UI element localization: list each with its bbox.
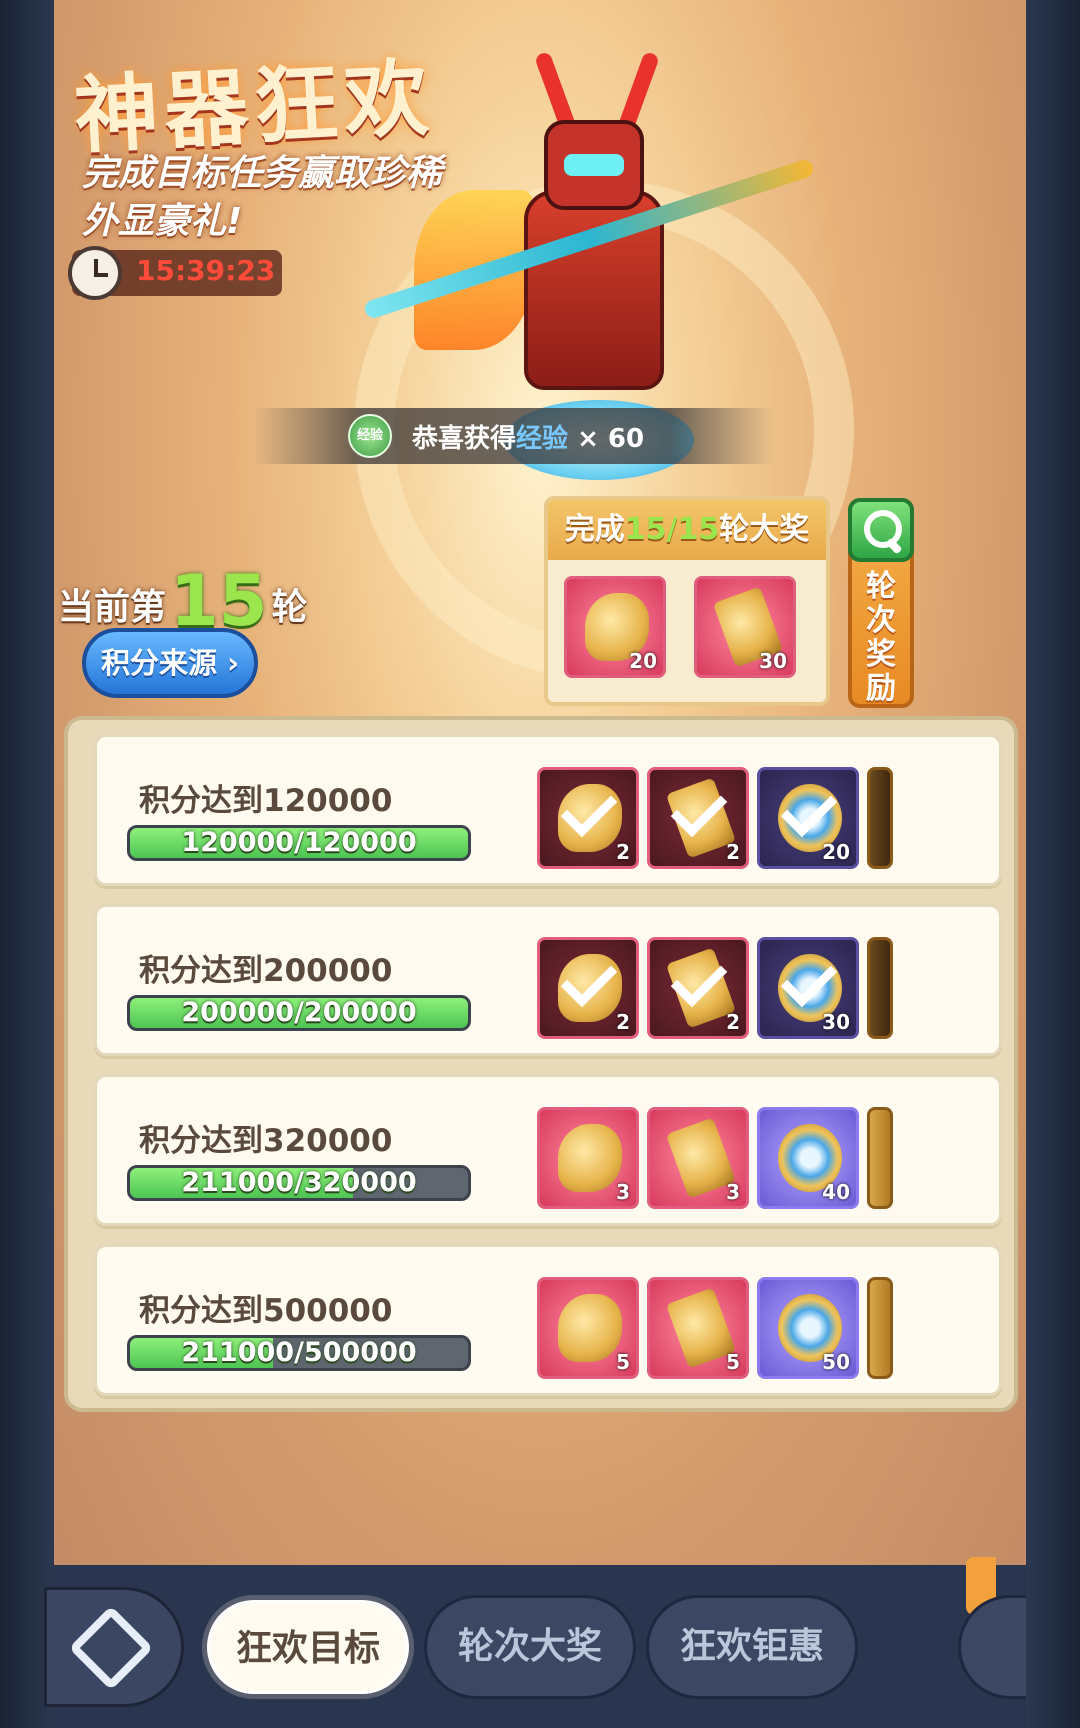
task-row[interactable]: 积分达到120000 120000/120000 2 2 20 (94, 734, 1002, 886)
grand-prize-item[interactable]: 20 (564, 576, 666, 678)
reward-qty: 20 (822, 840, 850, 864)
round-reward-button[interactable]: 轮次奖励 (848, 498, 914, 708)
search-icon[interactable] (848, 498, 914, 562)
progress-text: 200000/200000 (181, 997, 417, 1028)
score-source-button[interactable]: 积分来源 › (82, 628, 258, 698)
reward-item[interactable]: 2 (647, 937, 749, 1039)
reward-item-partial[interactable] (867, 1107, 893, 1209)
reward-item-partial[interactable] (867, 767, 893, 869)
reward-qty: 2 (726, 1010, 740, 1034)
countdown-text: 15:39:23 (136, 254, 276, 287)
reward-item[interactable]: 5 (647, 1277, 749, 1379)
reward-qty: 2 (616, 1010, 630, 1034)
reward-qty: 2 (616, 840, 630, 864)
progress-bar: 200000/200000 (127, 995, 471, 1031)
grand-prize-panel: 完成15/15轮大奖 20 30 (544, 496, 830, 706)
reward-item[interactable]: 2 (537, 937, 639, 1039)
reward-qty: 3 (616, 1180, 630, 1204)
home-button[interactable] (44, 1587, 184, 1707)
progress-text: 211000/500000 (181, 1337, 417, 1368)
reward-item[interactable]: 5 (537, 1277, 639, 1379)
task-row[interactable]: 积分达到320000 211000/320000 3 3 40 (94, 1074, 1002, 1226)
game-screen: 神器狂欢 完成目标任务赢取珍稀外显豪礼! 15:39:23 经验 恭喜获得经验 … (0, 0, 1080, 1728)
progress-bar: 211000/320000 (127, 1165, 471, 1201)
mystery-wing-icon (558, 1294, 622, 1362)
reward-item-partial[interactable] (867, 937, 893, 1039)
reward-qty: 2 (726, 840, 740, 864)
task-label: 积分达到200000 (139, 953, 393, 989)
toast-highlight: 经验 (516, 424, 569, 454)
task-label: 积分达到500000 (139, 1293, 393, 1329)
right-border (1026, 0, 1080, 1728)
tab-round-grand-prize[interactable]: 轮次大奖 (424, 1595, 636, 1699)
reward-item[interactable]: 40 (757, 1107, 859, 1209)
event-banner: 神器狂欢 完成目标任务赢取珍稀外显豪礼! 15:39:23 经验 恭喜获得经验 … (54, 0, 1026, 1565)
grand-prize-item[interactable]: 30 (694, 576, 796, 678)
event-subtitle: 完成目标任务赢取珍稀外显豪礼! (82, 153, 443, 242)
reward-item[interactable]: 3 (647, 1107, 749, 1209)
reward-qty: 3 (726, 1180, 740, 1204)
toast-text: 恭喜获得经验 × 60 (412, 424, 645, 454)
round-reward-label: 轮次奖励 (866, 569, 896, 706)
reward-qty: 40 (822, 1180, 850, 1204)
clock-icon (68, 246, 122, 300)
task-list[interactable]: 积分达到120000 120000/120000 2 2 20 积分达到200000 200… (64, 716, 1018, 1412)
reward-item[interactable]: 30 (757, 937, 859, 1039)
reward-qty: 5 (616, 1350, 630, 1374)
left-border (0, 0, 54, 1728)
tab-carnival-deals[interactable]: 狂欢钜惠 (646, 1595, 858, 1699)
reward-qty: 5 (726, 1350, 740, 1374)
mystery-wing-icon (558, 1124, 622, 1192)
reward-qty: 50 (822, 1350, 850, 1374)
reward-item[interactable]: 50 (757, 1277, 859, 1379)
reward-item[interactable]: 20 (757, 767, 859, 869)
home-icon (68, 1605, 154, 1691)
robot-head (544, 120, 644, 210)
bottom-navigation: 狂欢目标 轮次大奖 狂欢钜惠 (44, 1557, 1026, 1728)
progress-text: 120000/120000 (181, 827, 417, 858)
progress-bar: 120000/120000 (127, 825, 471, 861)
exp-icon: 经验 (348, 414, 392, 458)
reward-item[interactable]: 2 (647, 767, 749, 869)
progress-bar: 211000/500000 (127, 1335, 471, 1371)
task-label: 积分达到120000 (139, 783, 393, 819)
progress-text: 211000/320000 (181, 1167, 417, 1198)
reward-item[interactable]: 2 (537, 767, 639, 869)
task-row[interactable]: 积分达到500000 211000/500000 5 5 50 (94, 1244, 1002, 1396)
grand-prize-title: 完成15/15轮大奖 (548, 500, 826, 560)
reward-qty: 30 (822, 1010, 850, 1034)
task-label: 积分达到320000 (139, 1123, 393, 1159)
reward-toast: 经验 恭喜获得经验 × 60 (254, 408, 774, 464)
task-row[interactable]: 积分达到200000 200000/200000 2 2 30 (94, 904, 1002, 1056)
tab-carnival-goals[interactable]: 狂欢目标 (202, 1595, 414, 1699)
robot-visor (564, 154, 624, 176)
reward-item-partial[interactable] (867, 1277, 893, 1379)
countdown-timer: 15:39:23 (68, 246, 282, 300)
reward-item[interactable]: 3 (537, 1107, 639, 1209)
